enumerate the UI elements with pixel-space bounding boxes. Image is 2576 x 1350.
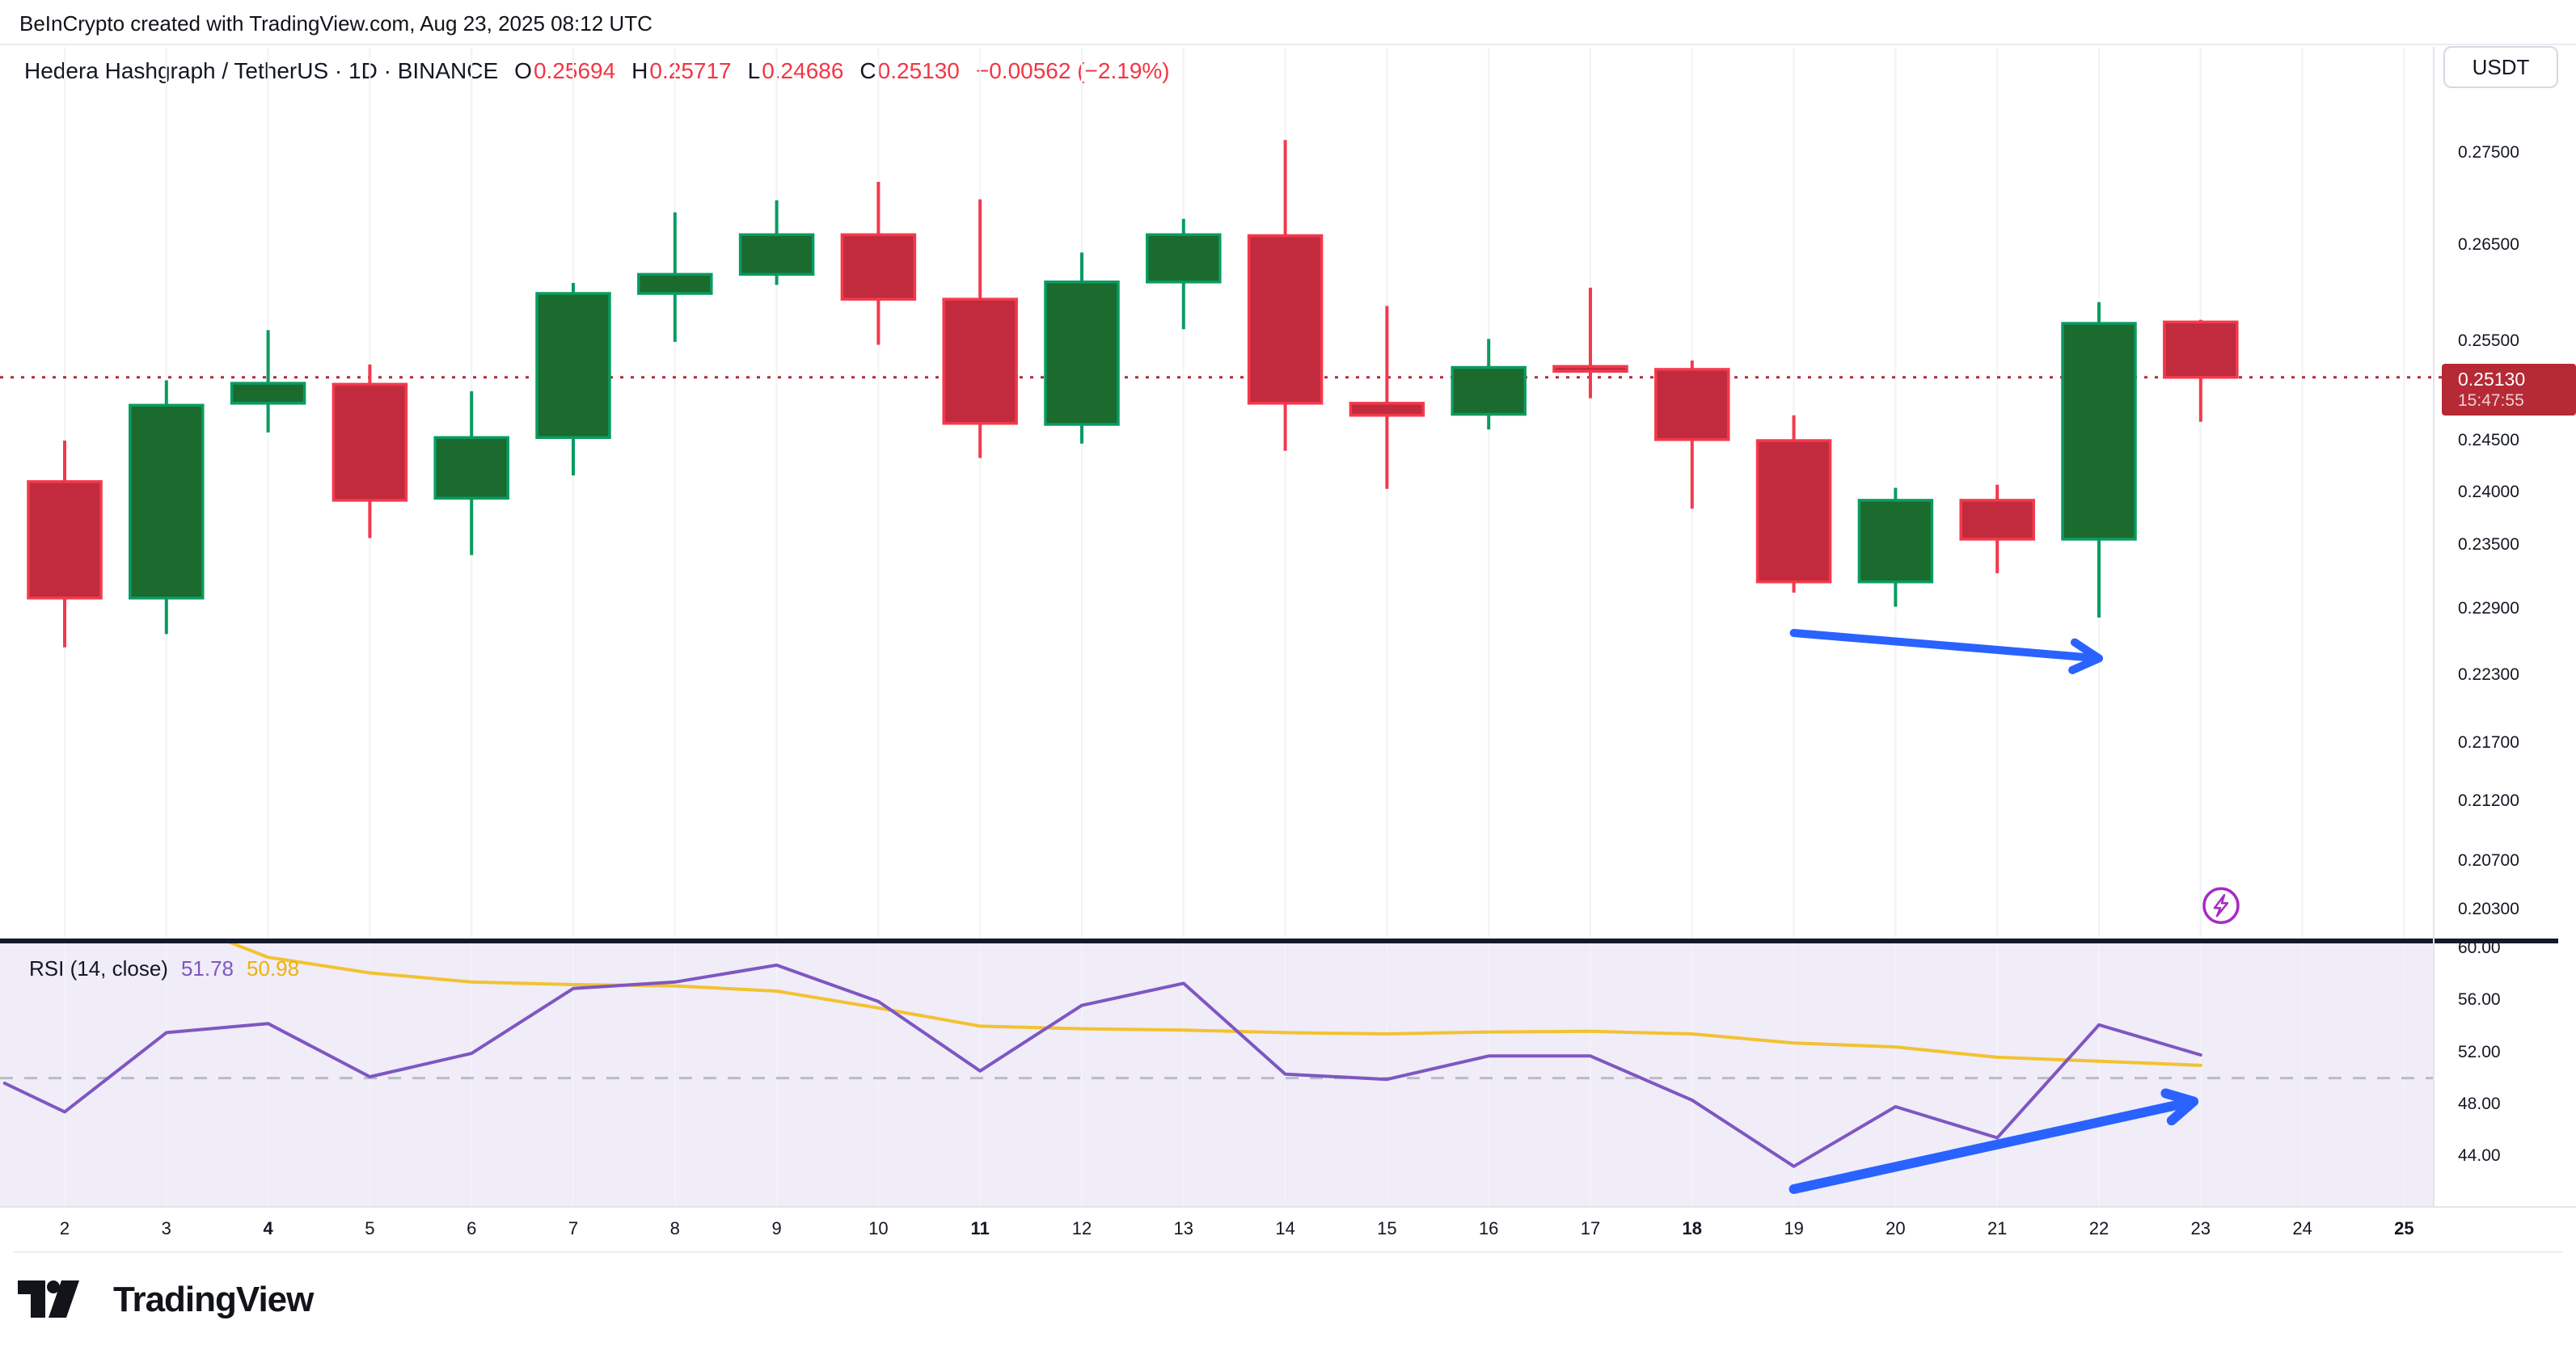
date-tick-label: 15 [1350, 1214, 1423, 1243]
candle-body [1147, 234, 1220, 281]
rsi-tick-label: 56.00 [2458, 989, 2501, 1011]
tradingview-logo[interactable]: TradingView [18, 1280, 313, 1320]
date-tick-label: 19 [1758, 1214, 1831, 1243]
date-axis[interactable]: 2345678910111213141516171819202122232425 [0, 1214, 2576, 1247]
candle-body [1045, 282, 1118, 424]
candle-body [1249, 235, 1322, 403]
date-tick-label: 25 [2367, 1214, 2440, 1243]
candle-body [333, 384, 406, 500]
candle-body [435, 437, 508, 498]
date-tick-label: 2 [28, 1214, 101, 1243]
tradingview-glyph-icon [18, 1280, 99, 1320]
date-tick-label: 9 [741, 1214, 813, 1243]
date-tick-label: 12 [1045, 1214, 1118, 1243]
candle-body [944, 299, 1016, 424]
date-tick-label: 14 [1249, 1214, 1322, 1243]
candle-body [232, 383, 305, 403]
candle-body [741, 234, 813, 274]
date-tick-label: 22 [2063, 1214, 2135, 1243]
rsi-value: 51.78 [181, 956, 234, 981]
date-tick-label: 20 [1859, 1214, 1932, 1243]
tradingview-wordmark: TradingView [113, 1280, 313, 1320]
date-tick-label: 24 [2266, 1214, 2339, 1243]
chart-canvas[interactable] [0, 0, 2576, 1350]
date-tick-label: 8 [639, 1214, 712, 1243]
candle-body [1758, 441, 1831, 582]
pane-divider[interactable] [0, 939, 2558, 943]
date-tick-label: 18 [1656, 1214, 1729, 1243]
date-tick-label: 21 [1961, 1214, 2033, 1243]
rsi-tick-label: 44.00 [2458, 1145, 2501, 1167]
candle-body [537, 293, 610, 437]
date-tick-label: 10 [842, 1214, 914, 1243]
date-tick-label: 16 [1452, 1214, 1525, 1243]
candle-body [639, 274, 712, 293]
candle-body [842, 234, 914, 299]
rsi-tick-label: 52.00 [2458, 1041, 2501, 1064]
date-tick-label: 23 [2164, 1214, 2237, 1243]
candle-body [28, 482, 101, 598]
lightning-icon[interactable] [2204, 888, 2238, 922]
candle-body [2164, 322, 2237, 377]
date-tick-label: 3 [130, 1214, 203, 1243]
date-tick-label: 7 [537, 1214, 610, 1243]
tradingview-chart-page: BeInCrypto created with TradingView.com,… [0, 0, 2576, 1350]
candle-body [2063, 323, 2135, 539]
candle-body [1350, 403, 1423, 416]
date-tick-label: 11 [944, 1214, 1016, 1243]
rsi-tick-label: 60.00 [2458, 937, 2501, 960]
candle-body [130, 405, 203, 598]
date-tick-label: 4 [232, 1214, 305, 1243]
rsi-indicator-label[interactable]: RSI (14, close) 51.78 50.98 [29, 956, 299, 981]
candle-body [1656, 369, 1729, 440]
rsi-tick-label: 48.00 [2458, 1093, 2501, 1116]
rsi-axis[interactable]: 60.00 56.00 52.00 48.00 44.00 [2458, 0, 2576, 1350]
price-trend-arrow[interactable] [1794, 633, 2099, 658]
candle-body [1554, 366, 1627, 371]
date-tick-label: 5 [333, 1214, 406, 1243]
date-tick-label: 6 [435, 1214, 508, 1243]
rsi-ma-value: 50.98 [247, 956, 299, 981]
rsi-name: RSI (14, close) [29, 956, 168, 981]
date-tick-label: 17 [1554, 1214, 1627, 1243]
date-tick-label: 13 [1147, 1214, 1220, 1243]
candle-body [1452, 368, 1525, 415]
candle-body [1961, 500, 2033, 539]
candle-body [1859, 500, 1932, 582]
